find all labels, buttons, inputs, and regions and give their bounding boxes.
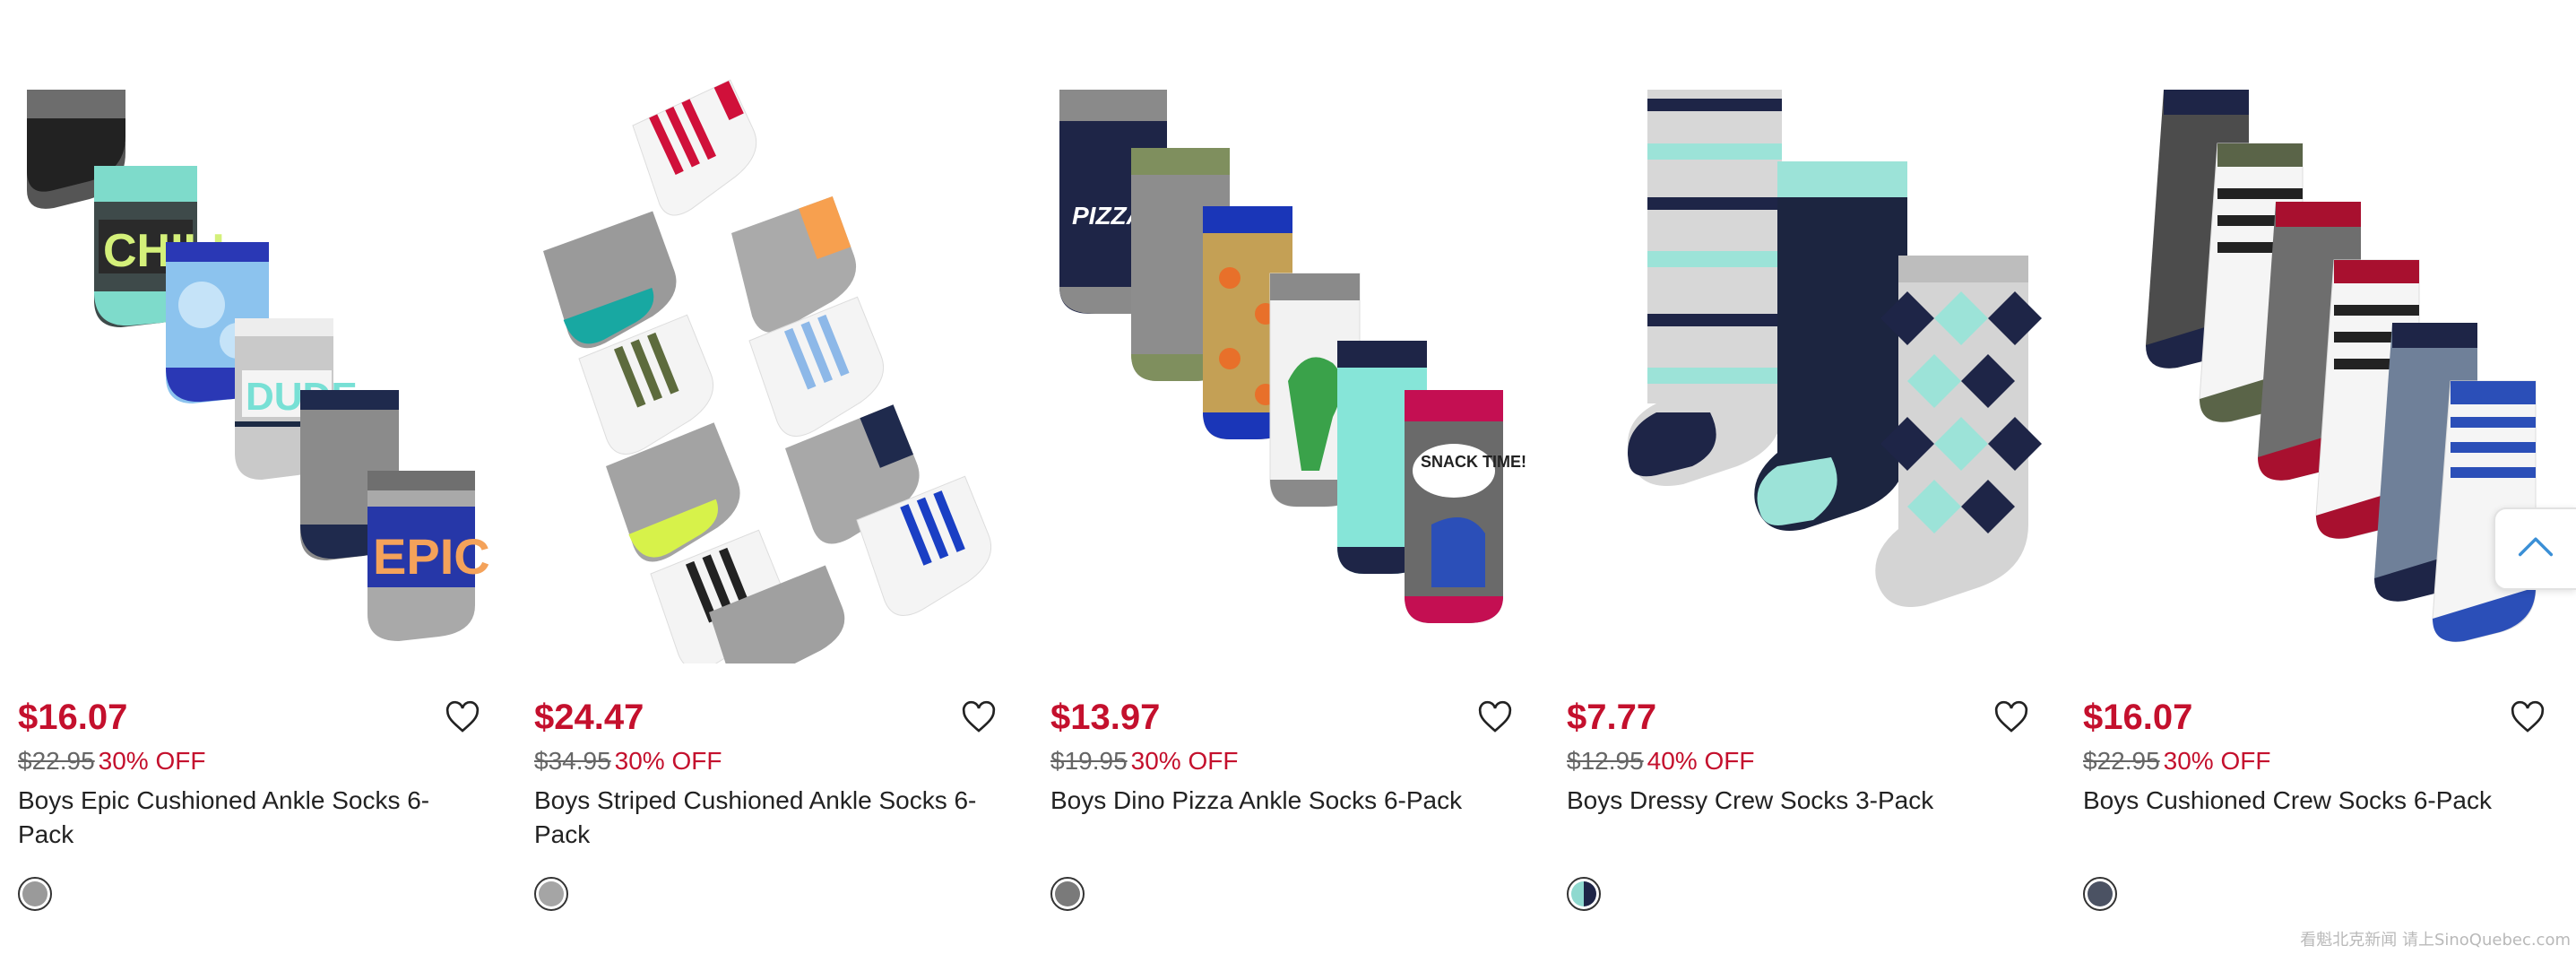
product-card: PIZZA PARTY	[1033, 0, 1534, 954]
swatch-color	[2088, 881, 2113, 906]
color-swatch[interactable]	[18, 877, 52, 911]
color-swatch[interactable]	[2083, 877, 2117, 911]
original-price: $34.95	[534, 747, 611, 775]
product-name-link[interactable]: Boys Dressy Crew Socks 3-Pack	[1567, 784, 2015, 818]
favorite-icon[interactable]	[445, 699, 480, 735]
sale-price: $16.07	[18, 698, 128, 737]
product-name-link[interactable]: Boys Epic Cushioned Ankle Socks 6-Pack	[18, 784, 466, 852]
chevron-up-icon	[2518, 537, 2554, 557]
sale-price: $7.77	[1567, 698, 1657, 737]
price-details: $22.95 30% OFF	[18, 744, 205, 778]
discount-label: 30% OFF	[614, 747, 722, 775]
swatch-color	[1571, 881, 1596, 906]
product-image[interactable]	[2065, 72, 2567, 663]
product-card: $7.77 $12.95 40% OFF Boys Dressy Crew Soc…	[1549, 0, 2051, 954]
color-swatch[interactable]	[1050, 877, 1085, 911]
swatch-color	[22, 881, 48, 906]
favorite-icon[interactable]	[1477, 699, 1513, 735]
price-details: $19.95 30% OFF	[1050, 744, 1238, 778]
product-image[interactable]	[1549, 72, 2051, 663]
sale-price: $16.07	[2083, 698, 2193, 737]
price-details: $12.95 40% OFF	[1567, 744, 1754, 778]
price-details: $22.95 30% OFF	[2083, 744, 2270, 778]
favorite-icon[interactable]	[961, 699, 997, 735]
product-name-link[interactable]: Boys Dino Pizza Ankle Socks 6-Pack	[1050, 784, 1499, 818]
product-image[interactable]: CHILL DUDE	[0, 72, 502, 663]
product-image[interactable]	[516, 72, 1018, 663]
product-grid: CHILL DUDE	[0, 0, 2576, 954]
original-price: $12.95	[1567, 747, 1644, 775]
price-details: $34.95 30% OFF	[534, 744, 722, 778]
product-name-link[interactable]: Boys Cushioned Crew Socks 6-Pack	[2083, 784, 2531, 818]
swatch-color	[1055, 881, 1080, 906]
watermark-text: 看魁北克新闻 请上SinoQuebec.com	[2300, 931, 2571, 950]
discount-label: 30% OFF	[98, 747, 206, 775]
original-price: $22.95	[18, 747, 95, 775]
original-price: $22.95	[2083, 747, 2160, 775]
discount-label: 30% OFF	[1130, 747, 1239, 775]
color-swatch[interactable]	[1567, 877, 1601, 911]
swatch-color	[539, 881, 564, 906]
product-card: $16.07 $22.95 30% OFF Boys Cushioned Crew…	[2065, 0, 2567, 954]
discount-label: 30% OFF	[2163, 747, 2271, 775]
product-image-text: EPIC	[373, 528, 490, 585]
favorite-icon[interactable]	[1993, 699, 2029, 735]
discount-label: 40% OFF	[1647, 747, 1755, 775]
product-card: CHILL DUDE	[0, 0, 502, 954]
sale-price: $13.97	[1050, 698, 1161, 737]
sale-price: $24.47	[534, 698, 644, 737]
color-swatch[interactable]	[534, 877, 568, 911]
original-price: $19.95	[1050, 747, 1128, 775]
product-name-link[interactable]: Boys Striped Cushioned Ankle Socks 6-Pac…	[534, 784, 982, 852]
scroll-to-top-button[interactable]	[2494, 507, 2576, 590]
product-image[interactable]: PIZZA PARTY	[1033, 72, 1534, 663]
product-card: $24.47 $34.95 30% OFF Boys Striped Cushio…	[516, 0, 1018, 954]
product-image-text: SNACK TIME!	[1421, 453, 1526, 471]
favorite-icon[interactable]	[2510, 699, 2546, 735]
